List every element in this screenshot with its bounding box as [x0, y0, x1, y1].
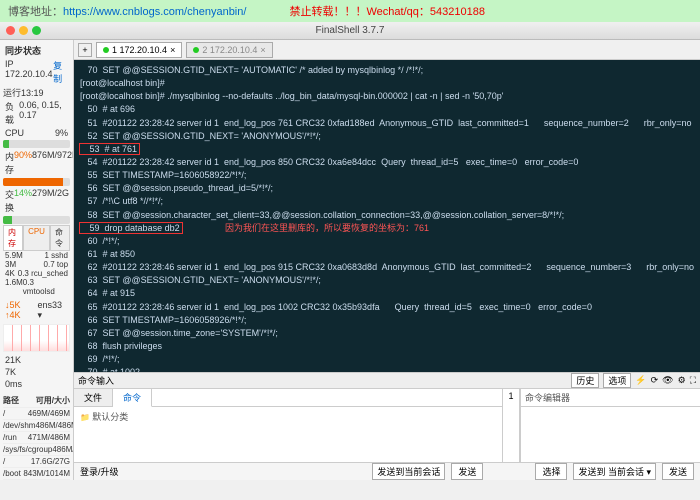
copy-link[interactable]: 复制	[53, 59, 68, 85]
maximize-icon[interactable]	[32, 26, 41, 35]
window-titlebar: FinalShell 3.7.7	[0, 22, 700, 40]
session-tabbar: + 1 172.20.10.4× 2 172.20.10.4×	[74, 40, 700, 60]
settings-icon[interactable]: ⚙	[678, 375, 686, 386]
select-button[interactable]: 选择	[535, 463, 567, 480]
add-tab-button[interactable]: +	[78, 43, 92, 57]
tab-session-2[interactable]: 2 172.20.10.4×	[186, 42, 272, 58]
refresh-icon[interactable]: ⟳	[651, 375, 659, 386]
command-input-label: 命令输入	[78, 374, 114, 387]
blog-link[interactable]: https://www.cnblogs.com/chenyanbin/	[63, 6, 246, 18]
tab-session-1[interactable]: 1 172.20.10.4×	[96, 42, 182, 58]
close-icon[interactable]	[6, 26, 15, 35]
blog-banner: 博客地址：https://www.cnblogs.com/chenyanbin/…	[0, 0, 700, 22]
history-button[interactable]: 历史	[571, 373, 599, 388]
close-tab-icon[interactable]: ×	[260, 45, 265, 55]
sidebar: 同步状态 IP 172.20.10.4复制 运行13:19 负载0.06, 0.…	[0, 40, 74, 480]
minimize-icon[interactable]	[19, 26, 28, 35]
close-tab-icon[interactable]: ×	[170, 45, 175, 55]
terminal-output[interactable]: 70 SET @@SESSION.GTID_NEXT= 'AUTOMATIC' …	[74, 60, 700, 372]
tab-mem[interactable]: 内存	[3, 225, 23, 251]
send-button[interactable]: 发送	[451, 463, 483, 480]
send-button-2[interactable]: 发送	[662, 463, 694, 480]
eye-icon[interactable]: 👁	[662, 375, 673, 386]
bolt-icon[interactable]: ⚡	[635, 375, 646, 386]
send-all-select[interactable]: 发送到 当前会话 ▾	[573, 463, 656, 480]
row-number: 1	[502, 389, 520, 462]
options-button[interactable]: 选项	[603, 373, 631, 388]
command-editor-label: 命令编辑器	[521, 389, 700, 407]
tab-cpu[interactable]: CPU	[23, 225, 50, 251]
tab-cmd[interactable]: 命令	[50, 225, 70, 251]
highlighted-line-59: 59 drop database db2	[80, 223, 182, 233]
annotation-text: 因为我们在这里删库的，所以要恢复的坐标为：761	[225, 223, 429, 233]
app-title: FinalShell 3.7.7	[316, 25, 385, 36]
expand-icon[interactable]: ⛶	[690, 375, 696, 386]
tab-command[interactable]: 命令	[113, 389, 152, 407]
highlighted-line-53: 53 # at 761	[80, 144, 139, 154]
tab-file[interactable]: 文件	[74, 389, 113, 406]
folder-item[interactable]: 默认分类	[80, 412, 128, 422]
network-chart	[3, 324, 70, 352]
login-link[interactable]: 登录/升级	[80, 465, 119, 478]
command-editor-area[interactable]	[521, 407, 700, 411]
send-target-select[interactable]: 发送到当前会话	[372, 463, 445, 480]
